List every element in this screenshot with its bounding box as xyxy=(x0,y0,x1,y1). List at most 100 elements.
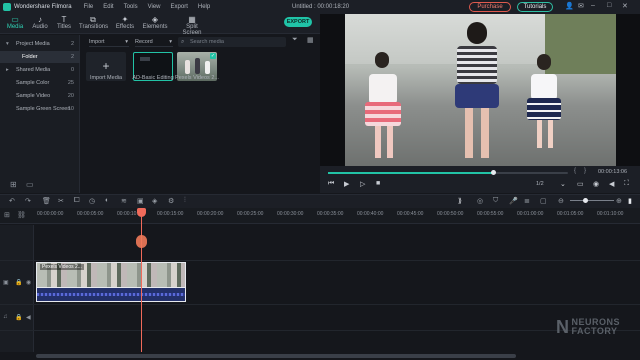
ruler-label: 00:00:15:00 xyxy=(157,211,184,217)
mark-out-icon[interactable]: } xyxy=(584,168,586,174)
tab-transitions[interactable]: ⧉ Transitions xyxy=(79,15,108,30)
export-button[interactable]: EXPORT xyxy=(284,17,312,27)
chevron-down-icon[interactable]: ⌄ xyxy=(560,180,566,188)
menu-file[interactable]: File xyxy=(84,4,94,10)
import-dropdown[interactable]: Import ▾ xyxy=(89,37,129,47)
menu-help[interactable]: Help xyxy=(198,4,210,10)
audio-icon[interactable]: ≋ xyxy=(121,197,127,205)
sidebar-item-label: Sample Color xyxy=(16,80,50,86)
purchase-button[interactable]: Purchase xyxy=(469,2,511,12)
fit-timeline-icon[interactable]: ▮ xyxy=(628,197,632,205)
snapshot-timeline-icon[interactable]: ▢ xyxy=(540,197,547,205)
adjust-icon[interactable]: ⚙ xyxy=(168,197,174,205)
close-icon[interactable]: ✕ xyxy=(622,2,628,10)
link-icon[interactable]: ⛓ xyxy=(17,211,26,219)
zoom-slider-handle[interactable] xyxy=(583,198,588,203)
account-icon[interactable]: 👤 xyxy=(565,2,574,10)
effects-icon: ✦ xyxy=(121,15,129,24)
eye-icon[interactable]: ◉ xyxy=(26,279,31,286)
ruler-label: 00:01:05:00 xyxy=(557,211,584,217)
search-input[interactable]: ⌕ Search media xyxy=(178,37,286,47)
lock-icon[interactable]: 🔒 xyxy=(15,314,22,321)
tutorials-button[interactable]: Tutorials xyxy=(517,2,553,12)
color-icon[interactable]: ◐ xyxy=(105,197,109,204)
sidebar-item-sample-color[interactable]: Sample Color 25 xyxy=(0,77,80,89)
menu-view[interactable]: View xyxy=(148,4,161,10)
menu-export[interactable]: Export xyxy=(171,4,188,10)
thumbnail-figure xyxy=(185,60,190,74)
sidebar-item-label: Sample Video xyxy=(16,93,51,99)
ruler-label: 00:00:35:00 xyxy=(317,211,344,217)
tab-elements[interactable]: ◈ Elements xyxy=(141,15,169,30)
marker-icon[interactable]: ⛉ xyxy=(493,197,498,205)
timeline-scrollbar[interactable] xyxy=(36,354,516,358)
sidebar-item-project-media[interactable]: ▾ Project Media 2 xyxy=(0,38,80,50)
sidebar-item-sample-green-screen[interactable]: Sample Green Screen 10 xyxy=(0,103,80,115)
redo-icon[interactable]: ↷ xyxy=(25,197,31,205)
sound-wave-icon[interactable]: ⫶ xyxy=(184,197,186,205)
record-dropdown[interactable]: Record ▾ xyxy=(135,37,173,47)
playhead-handle[interactable] xyxy=(137,208,146,217)
minimize-icon[interactable]: – xyxy=(591,2,595,9)
volume-icon[interactable]: ◀ xyxy=(609,180,614,188)
thumbnail-figure xyxy=(195,58,200,74)
menu-edit[interactable]: Edit xyxy=(103,4,113,10)
mark-in-icon[interactable]: { xyxy=(574,168,576,174)
title-bar: Wondershare Filmora File Edit Tools View… xyxy=(0,0,640,14)
stop-icon[interactable]: ■ xyxy=(376,180,380,187)
preview-timecode: 00:00:13:06 xyxy=(598,169,628,175)
play-icon[interactable]: ▶ xyxy=(344,180,349,188)
track-divider xyxy=(0,260,640,261)
scrubber-handle[interactable] xyxy=(491,170,496,175)
voiceover-icon[interactable]: ≣ xyxy=(524,197,530,205)
filter-icon[interactable]: ⏷ xyxy=(292,36,298,44)
zoom-slider[interactable] xyxy=(570,200,614,201)
render-icon[interactable]: ⟫ xyxy=(458,197,462,205)
grid-view-icon[interactable]: ▦ xyxy=(307,36,314,44)
playback-quality[interactable]: 1/2 xyxy=(536,181,544,187)
sidebar-item-sample-video[interactable]: Sample Video 20 xyxy=(0,90,80,102)
sidebar-item-shared-media[interactable]: ▸ Shared Media 0 xyxy=(0,64,80,76)
mic-icon[interactable]: 🎤 xyxy=(509,197,518,205)
add-track-icon[interactable]: ⊞ xyxy=(4,211,10,219)
maximize-icon[interactable]: □ xyxy=(607,2,611,9)
menu-tools[interactable]: Tools xyxy=(124,4,138,10)
play-pause-icon[interactable]: ▷ xyxy=(360,180,365,188)
green-screen-icon[interactable]: ▣ xyxy=(137,197,144,205)
tab-effects[interactable]: ✦ Effects xyxy=(111,15,139,30)
playhead-line[interactable] xyxy=(141,208,142,352)
keyframe-icon[interactable]: ◈ xyxy=(152,197,157,205)
delete-icon[interactable]: 🗑 xyxy=(42,197,51,205)
audio-waveform[interactable] xyxy=(36,288,186,302)
zoom-in-icon[interactable]: ⊕ xyxy=(616,197,622,205)
step-back-icon[interactable]: ⏮ xyxy=(328,180,334,188)
snapshot-icon[interactable]: ◉ xyxy=(593,180,599,188)
speed-icon[interactable]: ◷ xyxy=(89,197,95,205)
waveform xyxy=(37,293,185,296)
watermark-n-icon: N xyxy=(556,317,570,337)
split-icon[interactable]: ✂ xyxy=(58,197,64,205)
tab-split-screen[interactable]: ▦ Split Screen xyxy=(176,15,208,36)
speaker-icon[interactable]: ◀ xyxy=(26,314,31,321)
tab-toolbar: ▭ Media ♪ Audio T Titles ⧉ Transitions ✦… xyxy=(0,14,320,36)
filmora-window: Wondershare Filmora File Edit Tools View… xyxy=(0,0,640,360)
zoom-out-icon[interactable]: ⊖ xyxy=(558,197,564,205)
background-plants xyxy=(545,14,616,74)
new-folder-icon[interactable]: ⊞ xyxy=(10,180,17,189)
sidebar-item-folder[interactable]: Folder 2 xyxy=(0,51,80,63)
fullscreen-icon[interactable]: ⛶ xyxy=(624,180,629,188)
child-left-head xyxy=(375,52,389,68)
child-middle-leg xyxy=(481,108,489,158)
notification-icon[interactable]: ✉ xyxy=(578,2,584,10)
motion-tracking-icon[interactable]: ◎ xyxy=(477,197,483,205)
tab-titles[interactable]: T Titles xyxy=(50,15,78,30)
import-folder-icon[interactable]: ▭ xyxy=(26,180,34,189)
video-clip[interactable]: Pexels Videos 2... xyxy=(36,262,186,288)
undo-icon[interactable]: ↶ xyxy=(9,197,15,205)
crop-icon[interactable]: ⧠ xyxy=(74,197,80,205)
tab-media[interactable]: ▭ Media xyxy=(1,15,29,30)
lock-icon[interactable]: 🔒 xyxy=(15,279,22,286)
sidebar-item-label: Folder xyxy=(22,54,38,60)
folder-icon: ▭ xyxy=(11,15,19,24)
monitor-icon[interactable]: ▭ xyxy=(577,180,584,188)
